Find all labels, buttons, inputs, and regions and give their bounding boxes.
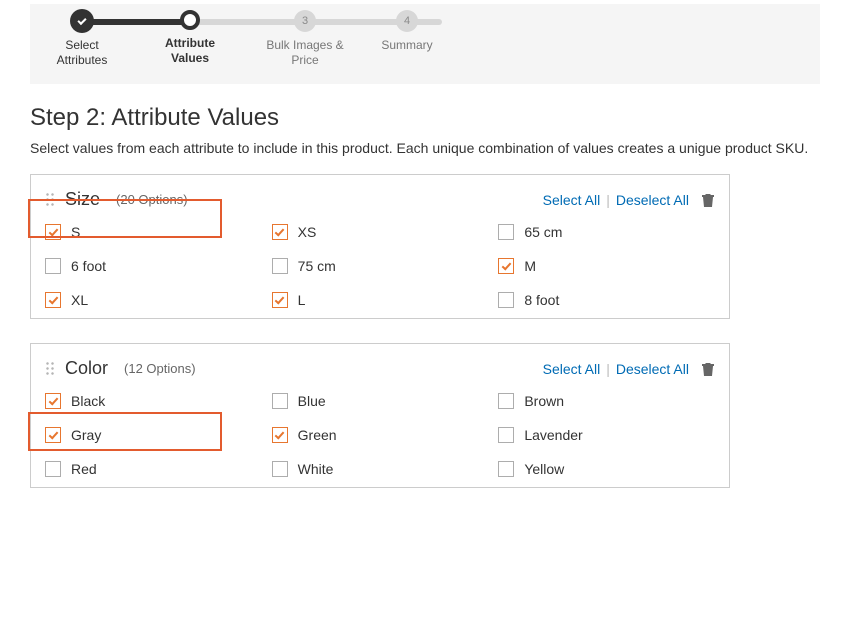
step-summary[interactable]: 4 Summary [372,10,442,53]
checkbox[interactable] [498,258,514,274]
checkbox[interactable] [272,461,288,477]
option-label: S [71,224,80,240]
page-title: Step 2: Attribute Values [30,104,820,132]
checkbox[interactable] [498,461,514,477]
checkbox[interactable] [498,393,514,409]
checkbox[interactable] [45,427,61,443]
option-l[interactable]: L [272,292,489,308]
drag-handle-icon[interactable] [45,361,55,377]
wizard-stepper: 1 SelectAttributes 2 AttributeValues 3 B… [30,4,820,84]
option-label: 6 foot [71,258,106,274]
checkbox[interactable] [45,292,61,308]
option-8-foot[interactable]: 8 foot [498,292,715,308]
option-label: Brown [524,393,564,409]
step-dot: 1 [71,10,93,32]
option-lavender[interactable]: Lavender [498,427,715,443]
option-green[interactable]: Green [272,427,489,443]
checkbox[interactable] [272,427,288,443]
checkbox[interactable] [45,461,61,477]
deselect-all-link[interactable]: Deselect All [616,192,689,208]
option-label: 65 cm [524,224,562,240]
drag-handle-icon[interactable] [45,192,55,208]
step-label: SelectAttributes [47,38,117,68]
checkbox[interactable] [498,427,514,443]
option-red[interactable]: Red [45,461,262,477]
option-gray[interactable]: Gray [45,427,262,443]
option-75-cm[interactable]: 75 cm [272,258,489,274]
checkbox[interactable] [45,224,61,240]
option-label: Red [71,461,97,477]
separator: | [606,361,610,377]
step-bulk-images-price[interactable]: 3 Bulk Images &Price [262,10,348,68]
checkbox[interactable] [45,258,61,274]
trash-icon[interactable] [701,361,715,377]
checkbox[interactable] [498,224,514,240]
step-dot: 2 [180,10,200,30]
option-black[interactable]: Black [45,393,262,409]
option-label: L [298,292,306,308]
checkbox[interactable] [272,292,288,308]
option-brown[interactable]: Brown [498,393,715,409]
step-label: AttributeValues [155,36,225,66]
attribute-count: (20 Options) [116,192,188,207]
option-m[interactable]: M [498,258,715,274]
option-white[interactable]: White [272,461,489,477]
option-xl[interactable]: XL [45,292,262,308]
separator: | [606,192,610,208]
option-label: 8 foot [524,292,559,308]
option-label: Lavender [524,427,582,443]
checkbox[interactable] [498,292,514,308]
attribute-block-color: Color (12 Options) Select All | Deselect… [30,343,730,488]
option-blue[interactable]: Blue [272,393,489,409]
option-label: Gray [71,427,101,443]
option-label: M [524,258,536,274]
option-label: 75 cm [298,258,336,274]
select-all-link[interactable]: Select All [543,361,601,377]
option-label: XS [298,224,317,240]
step-select-attributes[interactable]: 1 SelectAttributes [47,10,117,68]
step-dot: 3 [294,10,316,32]
step-label: Summary [372,38,442,53]
attribute-count: (12 Options) [124,361,196,376]
option-65-cm[interactable]: 65 cm [498,224,715,240]
trash-icon[interactable] [701,192,715,208]
checkbox[interactable] [45,393,61,409]
option-s[interactable]: S [45,224,262,240]
page-description: Select values from each attribute to inc… [30,140,820,156]
attribute-name: Size [65,189,100,210]
option-label: XL [71,292,88,308]
checkbox[interactable] [272,393,288,409]
deselect-all-link[interactable]: Deselect All [616,361,689,377]
option-label: Green [298,427,337,443]
option-6-foot[interactable]: 6 foot [45,258,262,274]
option-label: Yellow [524,461,564,477]
checkbox[interactable] [272,258,288,274]
option-label: White [298,461,334,477]
select-all-link[interactable]: Select All [543,192,601,208]
step-dot: 4 [396,10,418,32]
step-attribute-values[interactable]: 2 AttributeValues [155,10,225,66]
option-label: Blue [298,393,326,409]
attribute-block-size: Size (20 Options) Select All | Deselect … [30,174,730,319]
option-yellow[interactable]: Yellow [498,461,715,477]
step-label: Bulk Images &Price [262,38,348,68]
option-label: Black [71,393,105,409]
option-xs[interactable]: XS [272,224,489,240]
attribute-name: Color [65,358,108,379]
checkbox[interactable] [272,224,288,240]
